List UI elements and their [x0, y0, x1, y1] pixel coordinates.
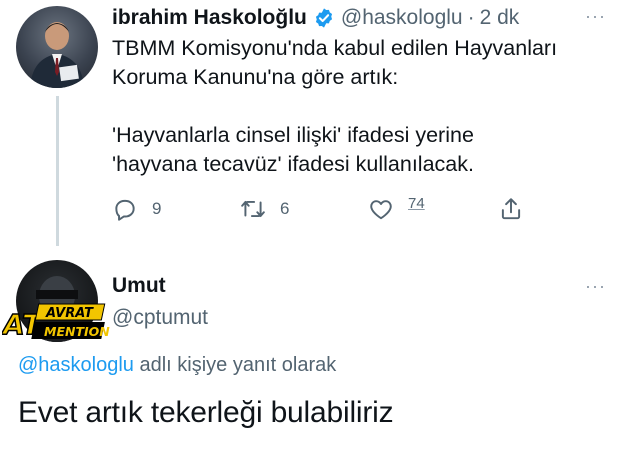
avatar-person-image [30, 22, 84, 88]
watermark-logo: AT AVRAT MENTION [2, 303, 110, 342]
header-separator: · [467, 6, 475, 29]
tweet-text: Evet artık tekerleği bulabiliriz [18, 396, 394, 429]
like-button[interactable]: 74 [368, 194, 425, 222]
author-name[interactable]: ibrahim Haskoloğlu [112, 6, 307, 30]
tweet-text-line: 'hayvana tecavüz' ifadesi kullanılacak. [112, 152, 474, 176]
tweet-actions: 9 6 74 [112, 194, 532, 228]
reply-mention-link[interactable]: @haskologlu [18, 354, 134, 376]
tweet-text-line: 'Hayvanlarla cinsel ilişki' ifadesi yeri… [112, 123, 474, 147]
retweet-count: 6 [280, 199, 290, 218]
watermark-line1: AVRAT [45, 306, 94, 321]
verified-badge-icon [315, 8, 332, 28]
replying-to: @haskologlu adlı kişiye yanıt olarak [18, 354, 336, 377]
reply-count: 9 [152, 199, 162, 218]
tweet-original: ibrahim Haskoloğlu @haskologlu · 2 dk ··… [0, 0, 635, 250]
tweet-reply: AT AVRAT MENTION Umut @cptumut ··· @hask… [0, 250, 635, 453]
author-handle[interactable]: @haskologlu [341, 6, 463, 30]
tweet-text-line: Koruma Kanunu'na göre artık: [112, 65, 399, 89]
reply-icon [115, 199, 135, 221]
retweet-icon [241, 200, 265, 218]
avatar[interactable] [16, 6, 98, 88]
more-options-icon[interactable]: ··· [585, 6, 606, 27]
author-handle[interactable]: @cptumut [112, 306, 208, 330]
like-count: 74 [408, 194, 425, 212]
heart-icon [370, 200, 392, 220]
tweet-header: ibrahim Haskoloğlu @haskologlu · 2 dk [112, 4, 519, 32]
reply-to-label: adlı kişiye yanıt olarak [133, 354, 337, 376]
reply-button[interactable]: 9 [112, 196, 161, 222]
thread-connector-line [56, 96, 59, 246]
watermark-line2: MENTION [44, 324, 110, 339]
author-name[interactable]: Umut [112, 274, 166, 298]
tweet-timestamp[interactable]: 2 dk [480, 6, 520, 30]
share-icon [501, 198, 521, 220]
more-options-icon[interactable]: ··· [585, 276, 606, 297]
retweet-button[interactable]: 6 [240, 196, 289, 222]
tweet-text-line: TBMM Komisyonu'nda kabul edilen Hayvanla… [112, 36, 558, 60]
tweet-text: TBMM Komisyonu'nda kabul edilen Hayvanla… [112, 34, 622, 179]
share-button[interactable] [498, 196, 524, 222]
